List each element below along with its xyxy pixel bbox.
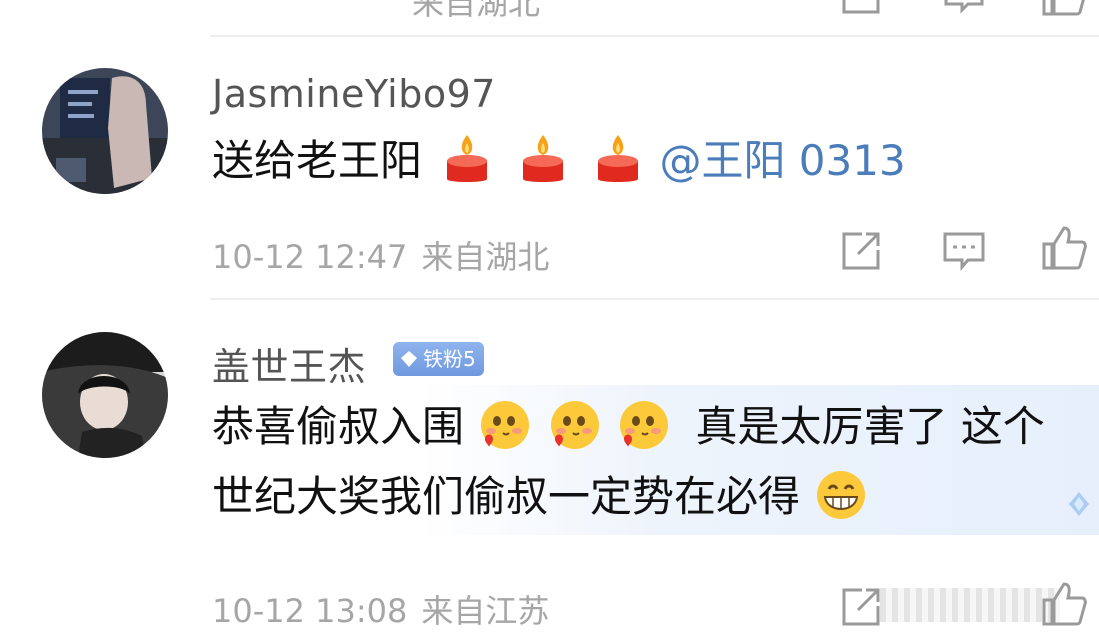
- comment-location: 来自湖北: [421, 238, 550, 276]
- blush-emoji: [481, 400, 530, 449]
- candle-emoji: [522, 134, 563, 182]
- previous-comment-location: 来自湖北: [412, 0, 541, 22]
- candle-emoji: [447, 134, 488, 182]
- comment-text: 恭喜偷叔入围 真是太厉害了 这个: [212, 400, 1045, 453]
- candle-emoji: [598, 134, 639, 182]
- comment-time: 10-12 13:08: [212, 592, 408, 630]
- comment-text-content: 送给老王阳: [212, 136, 423, 185]
- fan-badge[interactable]: 铁粉5: [393, 342, 484, 376]
- comment-text-line2-content: 世纪大奖我们偷叔一定势在必得: [212, 472, 801, 521]
- like-icon[interactable]: [1040, 0, 1088, 18]
- share-icon[interactable]: [838, 582, 886, 630]
- comment-text-line2: 世纪大奖我们偷叔一定势在必得: [212, 470, 869, 523]
- share-icon[interactable]: [838, 226, 886, 274]
- diamond-icon: [1069, 492, 1089, 516]
- avatar[interactable]: [42, 332, 168, 458]
- like-icon[interactable]: [1040, 224, 1088, 272]
- avatar-image: [42, 332, 168, 458]
- divider-top: [210, 35, 1099, 37]
- grin-emoji: [817, 470, 866, 519]
- comment-meta: 10-12 13:08 来自江苏: [212, 586, 549, 632]
- like-icon[interactable]: [1040, 580, 1088, 628]
- divider-middle: [210, 298, 1099, 300]
- previous-comment-meta: 来自湖北: [212, 0, 540, 24]
- blurred-actions: [880, 588, 1060, 622]
- comment-text-line1-end: 真是太厉害了 这个: [695, 402, 1045, 451]
- comment-text-line1-start: 恭喜偷叔入围: [212, 402, 465, 451]
- comment-text: 送给老王阳 @王阳 0313: [212, 134, 906, 187]
- comment-location: 来自江苏: [421, 592, 550, 630]
- fan-badge-label: 铁粉5: [423, 347, 476, 371]
- avatar-image: [42, 68, 168, 194]
- share-icon[interactable]: [838, 0, 886, 18]
- mention-link[interactable]: @王阳 0313: [659, 136, 905, 185]
- blush-emoji: [620, 400, 669, 449]
- diamond-icon: [401, 351, 417, 367]
- comment-icon[interactable]: [940, 226, 988, 274]
- blush-emoji: [550, 400, 599, 449]
- comment-username[interactable]: 盖世王杰: [212, 336, 366, 391]
- avatar[interactable]: [42, 68, 168, 194]
- comment-meta: 10-12 12:47 来自湖北: [212, 232, 549, 278]
- comment-icon[interactable]: [940, 0, 988, 18]
- comment-time: 10-12 12:47: [212, 238, 408, 276]
- comment-username[interactable]: JasmineYibo97: [212, 72, 496, 116]
- comment-feed: 来自湖北 JasmineYibo97 送给老王阳 @王阳 0313 10-12 …: [0, 0, 1099, 632]
